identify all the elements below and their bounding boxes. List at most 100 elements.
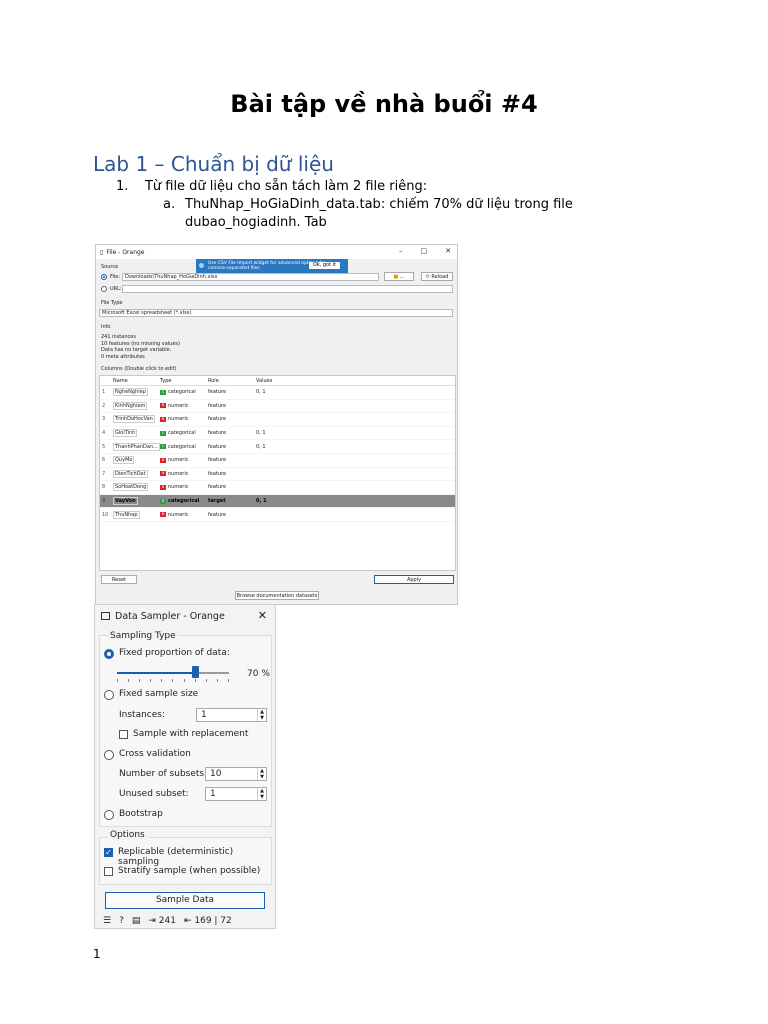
column-name[interactable]: TrinhDoHocVan: [112, 415, 160, 424]
table-row[interactable]: 6 QuyMo Nnumeric feature: [100, 454, 455, 468]
column-name[interactable]: NgheNghiep: [112, 388, 160, 397]
numeric-icon: N: [160, 457, 166, 463]
replacement-checkbox[interactable]: [119, 730, 128, 739]
file-radio[interactable]: [101, 274, 107, 280]
column-values[interactable]: 0, 1: [256, 444, 455, 450]
row-number: 1: [102, 389, 106, 396]
file-path-combo[interactable]: Downloads\ThuNhap_HoGiaDinh.xlsx: [122, 273, 379, 281]
column-type[interactable]: Nnumeric: [160, 512, 208, 518]
url-radio-row[interactable]: URL:: [101, 286, 122, 292]
fixed-size-radio[interactable]: [104, 690, 114, 700]
column-values[interactable]: 0, 1: [256, 498, 455, 504]
spin-arrows-icon[interactable]: ▲ ▼: [257, 709, 266, 721]
maximize-icon[interactable]: □: [421, 247, 428, 255]
column-type[interactable]: Nnumeric: [160, 457, 208, 463]
row-number: 4: [102, 430, 106, 437]
column-role[interactable]: feature: [208, 512, 256, 518]
header-values[interactable]: Values: [256, 378, 455, 384]
table-row[interactable]: 2 KinhNghiem Nnumeric feature: [100, 400, 455, 414]
column-role[interactable]: feature: [208, 430, 256, 436]
table-row[interactable]: 8 SoHoatDong Nnumeric feature: [100, 481, 455, 495]
url-input[interactable]: [122, 285, 453, 293]
table-row[interactable]: 1 NgheNghiep Ccategorical feature 0, 1: [100, 386, 455, 400]
column-name[interactable]: GioiTinh: [112, 429, 160, 438]
table-row[interactable]: 7 DienTichDat Nnumeric feature: [100, 468, 455, 482]
browse-button[interactable]: ■ ...: [384, 272, 414, 281]
categorical-icon: C: [160, 430, 166, 436]
url-label: URL:: [110, 286, 122, 292]
column-role[interactable]: feature: [208, 403, 256, 409]
fixed-proportion-radio[interactable]: [104, 649, 114, 659]
stratify-checkbox[interactable]: [104, 867, 113, 876]
source-label: Source: [101, 264, 119, 270]
url-radio[interactable]: [101, 286, 107, 292]
data-sampler-window: Data Sampler - Orange ✕ Sampling Type Fi…: [94, 604, 276, 929]
browse-docs-button[interactable]: Browse documentation datasets: [235, 591, 319, 600]
column-type[interactable]: Nnumeric: [160, 471, 208, 477]
column-name[interactable]: VayVon: [112, 497, 160, 506]
sample-data-button[interactable]: Sample Data: [105, 892, 265, 909]
column-name[interactable]: QuyMo: [112, 456, 160, 465]
subsets-label: Number of subsets:: [119, 769, 208, 779]
info-label: Info: [101, 324, 111, 330]
numeric-icon: N: [160, 484, 166, 490]
spin-arrows-icon[interactable]: ▲ ▼: [257, 768, 266, 780]
column-type[interactable]: Nnumeric: [160, 403, 208, 409]
column-values[interactable]: 0, 1: [256, 430, 455, 436]
close-icon[interactable]: ✕: [258, 609, 267, 622]
column-type[interactable]: Nnumeric: [160, 416, 208, 422]
sampler-titlebar: Data Sampler - Orange ✕: [95, 605, 275, 627]
table-row[interactable]: 9 VayVon Ccategorical target 0, 1: [100, 494, 455, 509]
minimize-icon[interactable]: –: [399, 247, 403, 255]
column-role[interactable]: feature: [208, 471, 256, 477]
report-icon[interactable]: ▤: [132, 916, 141, 926]
column-name[interactable]: KinhNghiem: [112, 401, 160, 410]
apply-button[interactable]: Apply: [374, 575, 454, 584]
unused-value: 1: [210, 789, 216, 799]
column-role[interactable]: feature: [208, 484, 256, 490]
spin-arrows-icon[interactable]: ▲ ▼: [257, 788, 266, 800]
tooltip-ok-button[interactable]: Ok, got it: [308, 262, 340, 269]
table-row[interactable]: 5 ThanhPhanDan... Ccategorical feature 0, 1: [100, 440, 455, 454]
bootstrap-radio[interactable]: [104, 810, 114, 820]
help-icon[interactable]: ?: [119, 916, 124, 926]
column-values[interactable]: 0, 1: [256, 389, 455, 395]
column-name[interactable]: ThuNhap: [112, 510, 160, 519]
column-type[interactable]: Nnumeric: [160, 484, 208, 490]
columns-table[interactable]: Name Type Role Values 1 NgheNghiep Ccatego…: [99, 375, 456, 571]
menu-icon[interactable]: ☰: [103, 916, 111, 926]
file-type-combo[interactable]: Microsoft Excel spreadsheet (*.xlsx): [99, 309, 453, 317]
instances-spinbox[interactable]: 1 ▲ ▼: [196, 708, 267, 722]
reload-button[interactable]: ⟳ Reload: [421, 272, 453, 281]
column-type[interactable]: Ccategorical: [160, 498, 208, 504]
header-role[interactable]: Role: [208, 378, 256, 384]
column-role[interactable]: feature: [208, 416, 256, 422]
unused-subset-spinbox[interactable]: 1 ▲ ▼: [205, 787, 267, 801]
file-radio-row[interactable]: File:: [101, 274, 120, 280]
cross-validation-radio[interactable]: [104, 750, 114, 760]
column-type[interactable]: Ccategorical: [160, 430, 208, 436]
column-role[interactable]: feature: [208, 457, 256, 463]
list-item-a: a. ThuNhap_HoGiaDinh_data.tab: chiếm 70%…: [163, 196, 583, 232]
header-type[interactable]: Type: [160, 378, 208, 384]
subsets-spinbox[interactable]: 10 ▲ ▼: [205, 767, 267, 781]
column-role[interactable]: feature: [208, 444, 256, 450]
reload-label: Reload: [431, 274, 449, 280]
column-type[interactable]: Ccategorical: [160, 444, 208, 450]
column-type[interactable]: Ccategorical: [160, 389, 208, 395]
reset-button[interactable]: Reset: [101, 575, 137, 584]
column-name[interactable]: ThanhPhanDan...: [112, 442, 160, 451]
table-row[interactable]: 3 TrinhDoHocVan Nnumeric feature: [100, 413, 455, 427]
window-icon: [101, 612, 110, 620]
table-row[interactable]: 4 GioiTinh Ccategorical feature 0, 1: [100, 427, 455, 441]
file-label: File:: [110, 274, 121, 280]
proportion-slider-handle[interactable]: [192, 666, 200, 678]
replicable-checkbox[interactable]: ✓: [104, 848, 113, 857]
column-name[interactable]: DienTichDat: [112, 469, 160, 478]
column-role[interactable]: target: [208, 498, 256, 504]
column-name[interactable]: SoHoatDong: [112, 483, 160, 492]
table-row[interactable]: 10 ThuNhap Nnumeric feature: [100, 508, 455, 522]
header-name[interactable]: Name: [112, 378, 160, 384]
close-icon[interactable]: ✕: [445, 247, 451, 255]
column-role[interactable]: feature: [208, 389, 256, 395]
